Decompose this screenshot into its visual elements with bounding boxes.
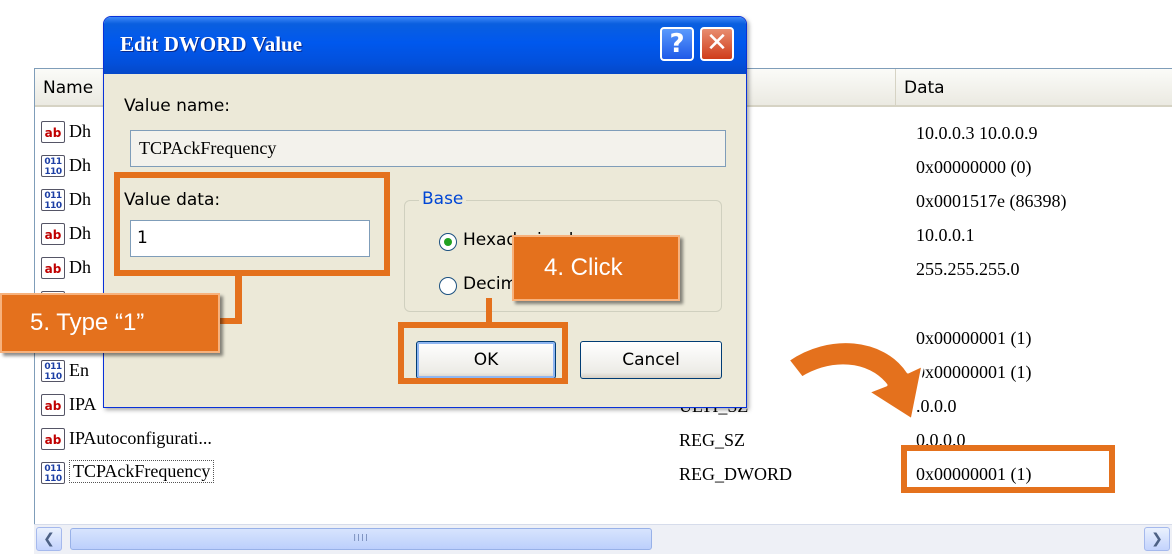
value-name-cell: Dh <box>69 155 91 175</box>
value-type-cell: REG_DWORD <box>679 464 792 484</box>
column-header-data[interactable]: Data <box>895 69 1172 107</box>
dword-value-icon: 011110 <box>41 360 65 382</box>
value-data-cell: 10.0.0.1 <box>916 225 975 245</box>
dialog-title: Edit DWORD Value <box>120 32 303 56</box>
scroll-left-button[interactable]: ❮ <box>36 527 62 551</box>
help-button[interactable]: ? <box>660 27 694 61</box>
value-name-cell: Dh <box>69 121 91 141</box>
string-value-icon: ab <box>41 394 65 416</box>
value-data-cell: 255.255.255.0 <box>916 259 1020 279</box>
decimal-radio[interactable] <box>439 277 457 295</box>
value-name-cell: IPAutoconfigurati... <box>69 428 212 448</box>
value-name-cell: Dh <box>69 257 91 277</box>
value-name-field[interactable]: TCPAckFrequency <box>130 130 726 167</box>
hexadecimal-radio[interactable] <box>439 233 457 251</box>
cancel-button[interactable]: Cancel <box>580 341 722 379</box>
string-value-icon: ab <box>41 121 65 143</box>
dialog-titlebar[interactable]: Edit DWORD Value ? ✕ <box>104 17 746 74</box>
step5-callout: 5. Type “1” <box>0 293 220 353</box>
value-data-highlight <box>114 172 390 276</box>
step5-leader-line <box>235 275 242 323</box>
value-type-cell: REG_SZ <box>679 430 746 450</box>
base-label: Base <box>419 189 467 209</box>
string-value-icon: ab <box>41 428 65 450</box>
value-name-label: Value name: <box>124 96 231 116</box>
value-data-cell: 0x00000000 (0) <box>916 157 1032 177</box>
ok-button-highlight <box>398 322 568 384</box>
dword-value-icon: 011110 <box>41 155 65 177</box>
value-data-cell: 0x0001517e (86398) <box>916 191 1067 211</box>
value-name-cell: En <box>69 360 89 380</box>
dword-value-icon: 011110 <box>41 189 65 211</box>
value-data-cell: 10.0.0.3 10.0.0.9 <box>916 123 1038 143</box>
step4-leader-line <box>486 298 492 324</box>
value-name-cell: TCPAckFrequency <box>69 460 215 483</box>
dword-value-icon: 011110 <box>41 462 65 484</box>
scrollbar-thumb[interactable]: IIII <box>70 528 652 550</box>
horizontal-scrollbar[interactable]: ❮ IIII ❯ <box>34 524 1172 554</box>
value-name-cell: Dh <box>69 223 91 243</box>
curved-arrow-icon <box>786 340 925 422</box>
value-name-cell: IPA <box>69 394 97 414</box>
step4-callout: 4. Click <box>512 235 680 301</box>
scroll-right-button[interactable]: ❯ <box>1144 527 1170 551</box>
result-value-highlight <box>901 445 1115 493</box>
close-button[interactable]: ✕ <box>700 27 734 61</box>
string-value-icon: ab <box>41 223 65 245</box>
value-name-cell: Dh <box>69 189 91 209</box>
string-value-icon: ab <box>41 257 65 279</box>
